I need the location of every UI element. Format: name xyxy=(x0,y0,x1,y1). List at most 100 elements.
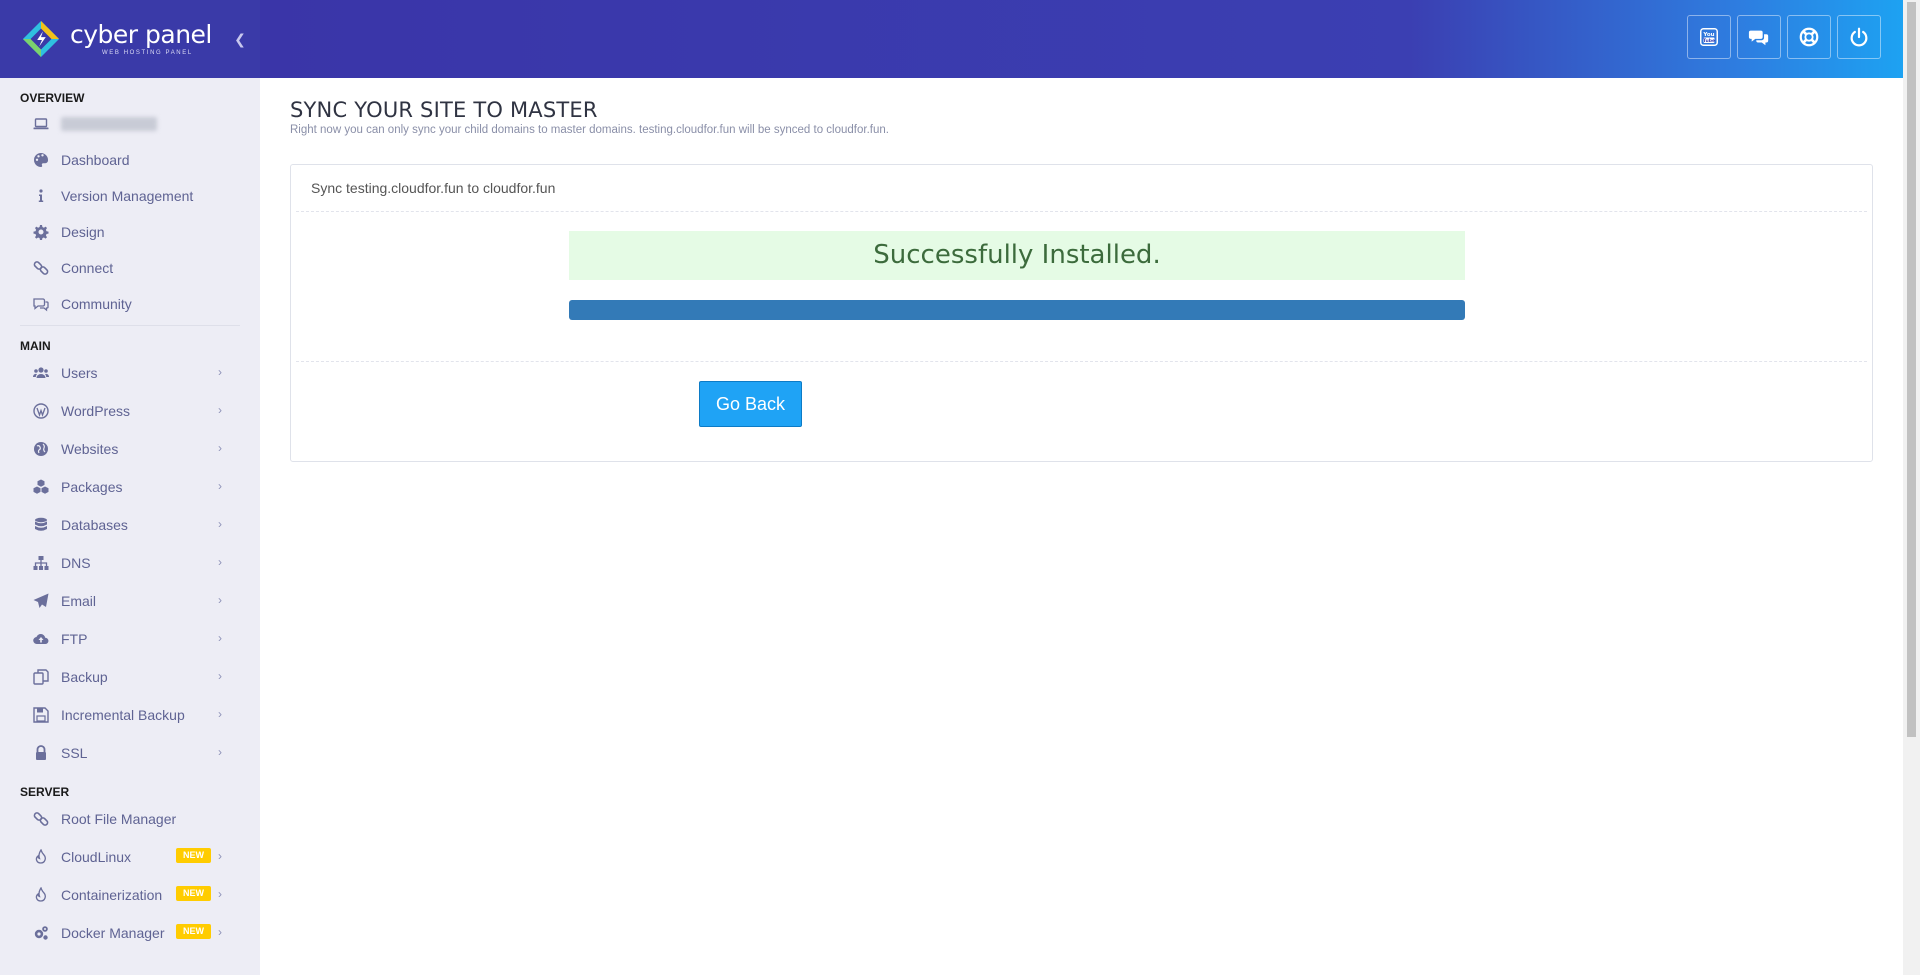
sidebar-section-overview: OVERVIEW xyxy=(20,91,85,105)
info-icon xyxy=(32,187,50,205)
sidebar-item-label: Root File Manager xyxy=(61,811,177,827)
sidebar-item-label: Incremental Backup xyxy=(61,707,185,723)
logout-button[interactable] xyxy=(1837,15,1881,59)
gear-icon xyxy=(32,223,50,241)
sidebar-item-ftp[interactable]: FTP › xyxy=(0,620,260,658)
users-icon xyxy=(32,364,50,382)
brand-logo-area: cyber panel WEB HOSTING PANEL xyxy=(0,0,260,78)
save-icon xyxy=(32,706,50,724)
brand-name: cyber panel WEB HOSTING PANEL xyxy=(70,22,212,56)
fire-icon xyxy=(32,848,50,866)
sidebar-item-wordpress[interactable]: WordPress › xyxy=(0,392,260,430)
chevron-right-icon: › xyxy=(218,707,222,721)
sidebar-item-label: Email xyxy=(61,593,97,609)
sidebar-item-label: Backup xyxy=(61,669,108,685)
page-subtitle: Right now you can only sync your child d… xyxy=(290,124,889,136)
main-content: SYNC YOUR SITE TO MASTER Right now you c… xyxy=(290,78,1875,462)
panel-title: Sync testing.cloudfor.fun to cloudfor.fu… xyxy=(311,180,556,196)
sidebar-item-label: Users xyxy=(61,365,98,381)
cyberpanel-logo-icon xyxy=(22,20,60,58)
sidebar-item-docker-manager[interactable]: Docker Manager NEW › xyxy=(0,914,260,952)
vertical-scrollbar[interactable] xyxy=(1903,0,1920,975)
chevron-right-icon: › xyxy=(218,555,222,569)
server-ip-redacted xyxy=(61,117,157,131)
svg-text:You: You xyxy=(1702,32,1714,38)
cubes-icon xyxy=(32,478,50,496)
chevron-right-icon: › xyxy=(218,669,222,683)
new-badge: NEW xyxy=(176,886,211,901)
sidebar-item-packages[interactable]: Packages › xyxy=(0,468,260,506)
sidebar-item-version-management[interactable]: Version Management xyxy=(0,178,260,214)
sidebar-item-websites[interactable]: Websites › xyxy=(0,430,260,468)
sidebar-item-connect[interactable]: Connect xyxy=(0,250,260,286)
sidebar-item-server-ip xyxy=(0,106,260,142)
sidebar-item-label: Containerization xyxy=(61,887,163,903)
chat-bubbles-icon xyxy=(1748,30,1769,46)
database-icon xyxy=(32,516,50,534)
chevron-right-icon: › xyxy=(218,887,222,901)
sidebar-item-backup[interactable]: Backup › xyxy=(0,658,260,696)
sidebar-item-cloudlinux[interactable]: CloudLinux NEW › xyxy=(0,838,260,876)
sidebar-item-label: CloudLinux xyxy=(61,849,132,865)
sidebar-item-email[interactable]: Email › xyxy=(0,582,260,620)
sidebar-item-ssl[interactable]: SSL › xyxy=(0,734,260,772)
sidebar-item-users[interactable]: Users › xyxy=(0,354,260,392)
support-button[interactable] xyxy=(1787,15,1831,59)
sidebar-item-label: SSL xyxy=(61,745,88,761)
sidebar-item-root-file-manager[interactable]: Root File Manager xyxy=(0,800,260,838)
svg-text:Tube: Tube xyxy=(1703,38,1715,44)
paper-plane-icon xyxy=(32,592,50,610)
globe-icon xyxy=(32,440,50,458)
youtube-button[interactable]: You Tube xyxy=(1687,15,1731,59)
header-actions: You Tube xyxy=(1687,15,1881,59)
panel-divider xyxy=(296,361,1867,362)
page-title: SYNC YOUR SITE TO MASTER xyxy=(290,98,598,122)
power-icon xyxy=(1850,27,1868,47)
sidebar: OVERVIEW Dashboard Version Management De… xyxy=(0,78,260,975)
laptop-icon xyxy=(32,115,50,133)
sidebar-item-dns[interactable]: DNS › xyxy=(0,544,260,582)
sidebar-item-label: Databases xyxy=(61,517,128,533)
chevron-right-icon: › xyxy=(218,593,222,607)
sidebar-item-label: WordPress xyxy=(61,403,130,419)
sitemap-icon xyxy=(32,554,50,572)
youtube-icon: YouTube xyxy=(1700,28,1718,46)
brand-tagline: WEB HOSTING PANEL xyxy=(102,50,193,56)
sidebar-item-label: Community xyxy=(61,296,132,312)
chat-button[interactable] xyxy=(1737,15,1781,59)
link-icon xyxy=(32,810,50,828)
cloud-upload-icon xyxy=(32,630,50,648)
scrollbar-thumb[interactable] xyxy=(1907,2,1916,737)
fire-icon xyxy=(32,886,50,904)
sidebar-item-databases[interactable]: Databases › xyxy=(0,506,260,544)
sidebar-item-label: Design xyxy=(61,224,105,240)
chevron-right-icon: › xyxy=(218,479,222,493)
chevron-right-icon: › xyxy=(218,925,222,939)
chevron-left-icon[interactable]: ❮ xyxy=(232,28,248,50)
sidebar-item-label: Websites xyxy=(61,441,119,457)
chevron-right-icon: › xyxy=(218,745,222,759)
success-alert: Successfully Installed. xyxy=(569,231,1465,280)
progress-bar-fill xyxy=(569,300,1465,320)
chevron-right-icon: › xyxy=(218,517,222,531)
new-badge: NEW xyxy=(176,848,211,863)
sync-panel: Sync testing.cloudfor.fun to cloudfor.fu… xyxy=(290,164,1873,462)
sidebar-item-label: FTP xyxy=(61,631,88,647)
chevron-right-icon: › xyxy=(218,849,222,863)
sidebar-item-label: Connect xyxy=(61,260,114,276)
chevron-right-icon: › xyxy=(218,631,222,645)
sidebar-item-incremental-backup[interactable]: Incremental Backup › xyxy=(0,696,260,734)
palette-icon xyxy=(32,151,50,169)
chevron-right-icon: › xyxy=(218,403,222,417)
chevron-right-icon: › xyxy=(218,365,222,379)
sidebar-item-dashboard[interactable]: Dashboard xyxy=(0,142,260,178)
sidebar-item-design[interactable]: Design xyxy=(0,214,260,250)
life-ring-icon xyxy=(1799,27,1819,47)
sidebar-item-label: DNS xyxy=(61,555,91,571)
sidebar-section-main: MAIN xyxy=(20,339,51,353)
sidebar-item-containerization[interactable]: Containerization NEW › xyxy=(0,876,260,914)
top-header-bar: You Tube xyxy=(260,0,1903,78)
copy-icon xyxy=(32,668,50,686)
sidebar-item-community[interactable]: Community xyxy=(0,286,260,322)
go-back-button[interactable]: Go Back xyxy=(699,381,802,427)
